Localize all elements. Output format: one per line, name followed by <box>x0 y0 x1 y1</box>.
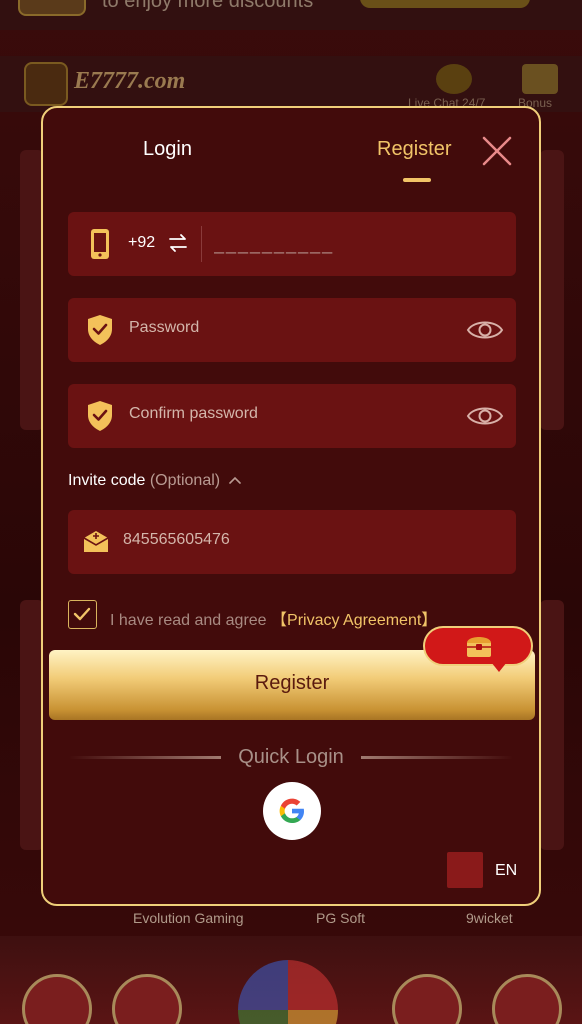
headset-icon <box>436 64 472 94</box>
gift-tag[interactable] <box>423 626 533 672</box>
active-tab-indicator <box>403 178 431 182</box>
google-icon <box>279 798 304 823</box>
invite-code-optional: (Optional) <box>149 472 221 489</box>
gift-icon <box>522 64 558 94</box>
app-logo-text: E7777.com <box>74 68 186 94</box>
gift-tag-tail <box>491 662 507 672</box>
phone-field: +92 <box>68 212 516 276</box>
privacy-agreement-link[interactable]: 【Privacy Agreement】 <box>271 612 437 629</box>
check-icon <box>73 607 91 621</box>
provider-9wicket: 9wicket <box>466 910 513 926</box>
promo-bar: to enjoy more discounts <box>0 0 582 30</box>
confirm-password-placeholder: Confirm password <box>129 405 258 422</box>
bottom-nav <box>0 936 582 1024</box>
swap-icon[interactable] <box>168 232 188 254</box>
agree-checkbox[interactable] <box>68 600 97 629</box>
lucky-wheel <box>238 960 338 1024</box>
promo-text: to enjoy more discounts <box>102 0 314 12</box>
shield-icon <box>88 315 112 345</box>
register-button-label: Register <box>254 672 330 694</box>
phone-divider <box>201 226 202 262</box>
provider-evolution: Evolution Gaming <box>133 910 244 926</box>
close-icon <box>482 136 512 166</box>
google-login-button[interactable] <box>263 782 321 840</box>
country-code[interactable]: +92 <box>128 234 155 252</box>
eye-icon[interactable] <box>466 402 504 430</box>
password-field[interactable]: Password <box>68 298 516 362</box>
eye-icon[interactable] <box>466 316 504 344</box>
app-logo-badge <box>24 62 68 106</box>
envelope-icon <box>83 531 109 552</box>
invite-code-value: 845565605476 <box>123 531 230 548</box>
close-button[interactable] <box>481 135 513 167</box>
promo-logo <box>18 0 86 16</box>
nav-home-button <box>22 974 92 1024</box>
right-game-strip <box>540 150 564 430</box>
shield-icon <box>88 401 112 431</box>
phone-input[interactable] <box>214 226 504 262</box>
tab-register[interactable]: Register <box>377 138 451 161</box>
language-label[interactable]: EN <box>495 862 517 880</box>
promo-button <box>360 0 530 8</box>
register-modal: Login Register +92 Password <box>41 106 541 906</box>
nav-account-button <box>492 974 562 1024</box>
nav-gift-button <box>392 974 462 1024</box>
tab-login[interactable]: Login <box>143 138 192 161</box>
phone-icon <box>91 229 109 259</box>
password-placeholder: Password <box>129 319 200 336</box>
provider-labels: Evolution Gaming PG Soft 9wicket <box>0 910 582 930</box>
treasure-chest-icon <box>467 637 491 657</box>
chevron-up-icon[interactable] <box>228 475 241 487</box>
agreement-text: I have read and agree 【Privacy Agreement… <box>110 606 437 630</box>
invite-code-title: Invite code <box>68 472 146 489</box>
language-flag[interactable] <box>447 852 483 888</box>
agreement-prefix: I have read and agree <box>110 612 267 629</box>
right-game-strip-2 <box>540 600 564 850</box>
invite-code-label[interactable]: Invite code (Optional) <box>68 472 241 490</box>
confirm-password-field[interactable]: Confirm password <box>68 384 516 448</box>
nav-promo-button <box>112 974 182 1024</box>
provider-pgsoft: PG Soft <box>316 910 366 926</box>
app-header: E7777.com Live Chat 24/7 Bonus <box>0 56 582 112</box>
invite-code-field[interactable]: 845565605476 <box>68 510 516 574</box>
quick-login-divider-right <box>361 756 513 759</box>
